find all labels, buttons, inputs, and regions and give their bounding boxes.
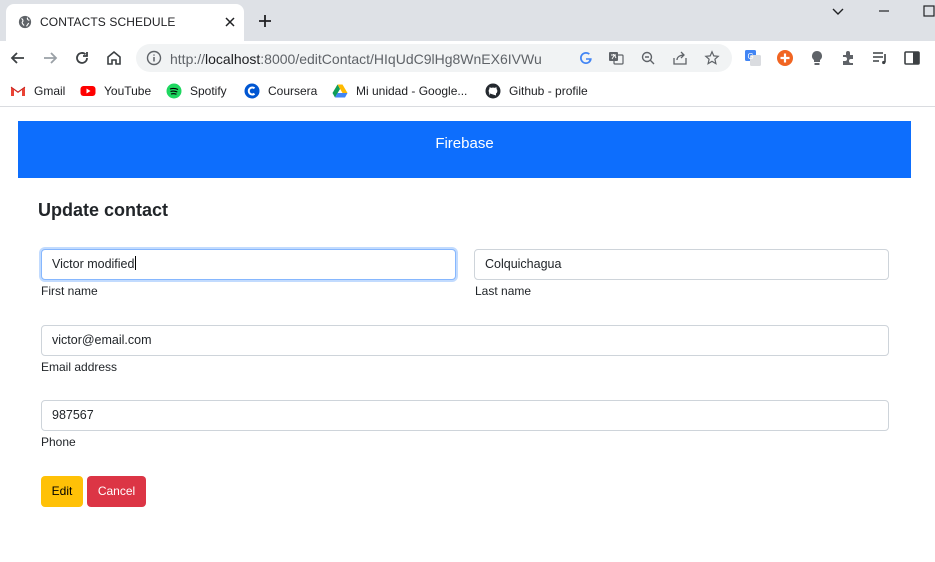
new-tab-icon[interactable]: [256, 12, 274, 30]
url-text[interactable]: http://localhost:8000/editContact/HIqUdC…: [170, 51, 542, 67]
bookmark-label: Github - profile: [509, 84, 588, 98]
puzzle-extensions-icon[interactable]: [840, 49, 858, 67]
svg-text:G: G: [748, 52, 754, 61]
last-name-label: Last name: [475, 284, 532, 298]
translate-icon[interactable]: [608, 50, 624, 66]
google-translate-extension-icon[interactable]: G: [744, 49, 762, 67]
back-arrow-icon[interactable]: [8, 48, 28, 68]
last-name-value: Colquichagua: [485, 257, 562, 271]
info-icon[interactable]: [146, 50, 162, 66]
bookmark-github[interactable]: Github - profile: [485, 82, 588, 100]
globe-icon: [18, 15, 32, 29]
coursera-icon: [244, 83, 260, 99]
edit-button[interactable]: Edit: [41, 476, 83, 507]
gmail-icon: [10, 86, 26, 96]
email-label: Email address: [41, 360, 118, 374]
bookmark-coursera[interactable]: Coursera: [244, 82, 317, 100]
bookmark-label: YouTube: [104, 84, 152, 98]
page-title: Update contact: [38, 200, 169, 220]
bookmark-youtube[interactable]: YouTube: [80, 82, 151, 100]
bookmark-google-drive[interactable]: Mi unidad - Google...: [332, 82, 467, 100]
google-drive-icon: [332, 84, 348, 98]
bookmark-label: Mi unidad - Google...: [356, 84, 468, 98]
app-navbar: Firebase: [18, 121, 911, 178]
minimize-icon[interactable]: [875, 4, 893, 20]
forward-arrow-icon[interactable]: [40, 48, 60, 68]
home-icon[interactable]: [104, 48, 124, 68]
youtube-icon: [80, 86, 96, 96]
spotify-icon: [166, 83, 182, 99]
tab-contacts-schedule[interactable]: CONTACTS SCHEDULE: [6, 4, 244, 41]
reload-icon[interactable]: [72, 48, 92, 68]
browser-chrome: CONTACTS SCHEDULE http://localhost:8000/…: [0, 0, 935, 108]
email-input[interactable]: victor@email.com: [41, 325, 889, 356]
tab-search-chevron-icon[interactable]: [829, 4, 847, 20]
bookmark-star-icon[interactable]: [704, 50, 720, 66]
url-scheme: http://: [170, 51, 206, 67]
phone-value: 987567: [52, 408, 94, 422]
first-name-value: Victor modified: [52, 257, 135, 271]
phone-input[interactable]: 987567: [41, 400, 889, 431]
first-name-input[interactable]: Victor modified: [41, 249, 456, 280]
cancel-button[interactable]: Cancel: [87, 476, 146, 507]
tab-title: CONTACTS SCHEDULE: [40, 15, 176, 29]
bookmarks-bar: Gmail YouTube Spotify Coursera Mi unidad…: [0, 75, 935, 107]
phone-label: Phone: [41, 435, 76, 449]
email-value: victor@email.com: [52, 333, 152, 347]
url-path: :8000/editContact/HIqUdC9lHg8WnEX6IVWu: [260, 51, 542, 67]
tab-strip: CONTACTS SCHEDULE: [0, 0, 935, 41]
maximize-icon[interactable]: [920, 4, 935, 20]
bookmark-label: Gmail: [34, 84, 66, 98]
close-icon[interactable]: [223, 15, 237, 29]
bookmark-spotify[interactable]: Spotify: [166, 82, 227, 100]
bookmark-label: Coursera: [268, 84, 318, 98]
navbar-brand[interactable]: Firebase: [18, 135, 911, 152]
lightbulb-extension-icon[interactable]: [808, 49, 826, 67]
zoom-out-icon[interactable]: [640, 50, 656, 66]
github-icon: [485, 83, 501, 99]
last-name-input[interactable]: Colquichagua: [474, 249, 889, 280]
browser-toolbar: http://localhost:8000/editContact/HIqUdC…: [0, 41, 935, 75]
text-cursor: [135, 256, 137, 270]
first-name-label: First name: [41, 284, 98, 298]
share-icon[interactable]: [672, 50, 688, 66]
google-g-icon[interactable]: [578, 50, 594, 66]
reading-list-icon[interactable]: [871, 49, 889, 67]
address-bar[interactable]: http://localhost:8000/editContact/HIqUdC…: [136, 44, 732, 72]
bookmark-label: Spotify: [190, 84, 227, 98]
bookmark-gmail[interactable]: Gmail: [10, 82, 65, 100]
plus-circle-extension-icon[interactable]: [776, 49, 794, 67]
side-panel-icon[interactable]: [903, 49, 921, 67]
url-host: localhost: [205, 51, 261, 67]
